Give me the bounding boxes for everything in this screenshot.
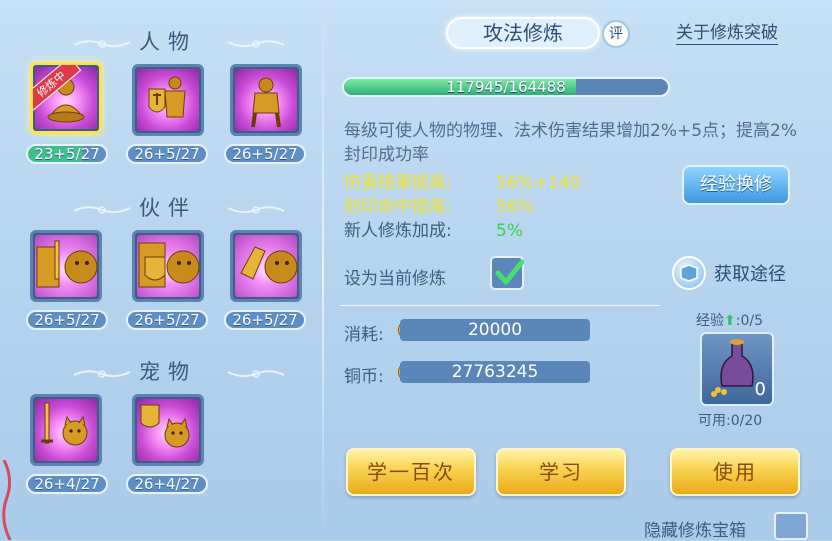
swirl-ornament-icon bbox=[227, 370, 285, 378]
partner-skill-slot-1[interactable] bbox=[30, 230, 102, 302]
training-progress-bar: 117945/164488 bbox=[342, 77, 670, 97]
stat-label: 新人修炼加成: bbox=[344, 221, 452, 241]
stat-label: 封印命中提高: bbox=[344, 197, 452, 217]
character-skill-slot-1[interactable]: 修炼中 bbox=[30, 62, 102, 134]
stat-value: 5% bbox=[496, 221, 523, 241]
partner-sword-lion-icon bbox=[36, 240, 98, 288]
page-title: 攻法修炼 bbox=[446, 17, 600, 49]
swirl-ornament-icon bbox=[227, 206, 285, 214]
pet-skill-slot-2[interactable] bbox=[132, 394, 204, 466]
side-ornament-icon bbox=[2, 460, 12, 540]
stat-value: 56% bbox=[496, 197, 534, 217]
learn-button[interactable]: 学习 bbox=[496, 448, 626, 496]
skill-level-label: 23+5/27 bbox=[26, 144, 108, 164]
stat-row-seal: 封印命中提高: 56% bbox=[344, 196, 534, 218]
consume-value: 20000 bbox=[400, 319, 590, 341]
stat-row-newbie-bonus: 新人修炼加成: 5% bbox=[344, 220, 523, 242]
partner-skill-slot-3[interactable] bbox=[230, 230, 302, 302]
character-skill-slot-2[interactable] bbox=[132, 64, 204, 136]
character-skill-slot-3[interactable] bbox=[230, 64, 302, 136]
set-current-label: 设为当前修炼 bbox=[344, 269, 446, 289]
section-title-pet: 宠物 bbox=[139, 360, 197, 384]
divider-line bbox=[340, 305, 660, 306]
hide-box-label: 隐藏修炼宝箱 bbox=[644, 521, 746, 541]
get-way-label: 获取途径 bbox=[714, 264, 786, 285]
about-breakthrough-link[interactable]: 关于修炼突破 bbox=[676, 22, 778, 45]
pet-skill-slot-1[interactable] bbox=[30, 394, 102, 466]
partner-gauntlet-lion-icon bbox=[240, 246, 298, 284]
swirl-ornament-icon bbox=[227, 40, 285, 48]
stat-row-damage: 伤害结果提高: 56%+140 bbox=[344, 172, 580, 194]
skill-level-label: 26+5/27 bbox=[26, 310, 108, 330]
partner-shield-lion-icon bbox=[138, 242, 200, 288]
training-progress-text: 117945/164488 bbox=[446, 78, 566, 96]
exp-exchange-button[interactable]: 经验换修 bbox=[682, 165, 790, 205]
item-slot[interactable]: 0 bbox=[700, 332, 774, 406]
item-exp-label: 经验⬆:0/5 bbox=[696, 313, 763, 329]
pet-shield-cat-icon bbox=[140, 404, 190, 448]
skill-level-label: 26+5/27 bbox=[224, 144, 306, 164]
item-count: 0 bbox=[754, 379, 766, 400]
skill-level-label: 26+4/27 bbox=[26, 474, 108, 494]
stat-value: 56%+140 bbox=[496, 173, 581, 193]
set-current-checkbox[interactable] bbox=[490, 256, 524, 290]
copper-coin-label: 铜币: bbox=[344, 367, 384, 387]
skill-level-label: 26+4/27 bbox=[126, 474, 208, 494]
warrior-shield-icon bbox=[148, 76, 186, 118]
section-title-character: 人物 bbox=[139, 30, 197, 54]
skill-level-label: 26+5/27 bbox=[126, 144, 208, 164]
monk-standing-icon bbox=[251, 77, 281, 128]
rating-button[interactable]: 评 bbox=[602, 20, 630, 48]
pet-sword-cat-icon bbox=[41, 402, 88, 446]
section-title-partner: 伙伴 bbox=[139, 196, 197, 220]
book-icon bbox=[672, 256, 706, 290]
stat-label: 伤害结果提高: bbox=[344, 173, 452, 193]
checkmark-icon bbox=[495, 259, 524, 285]
use-button[interactable]: 使用 bbox=[670, 448, 800, 496]
skill-level-label: 26+5/27 bbox=[126, 310, 208, 330]
usable-count: 可用:0/20 bbox=[698, 413, 763, 429]
consume-label: 消耗: bbox=[344, 325, 384, 345]
copper-coin-value: 27763245 bbox=[400, 361, 590, 383]
partner-skill-slot-2[interactable] bbox=[132, 230, 204, 302]
panel-divider bbox=[322, 0, 324, 540]
hide-box-checkbox[interactable] bbox=[774, 512, 808, 540]
up-arrow-icon: ⬆ bbox=[724, 313, 736, 329]
learn-hundred-button[interactable]: 学一百次 bbox=[346, 448, 476, 496]
skill-description: 每级可使人物的物理、法术伤害结果增加2%+5点；提高2%封印成功率 bbox=[344, 121, 797, 165]
skill-level-label: 26+5/27 bbox=[224, 310, 306, 330]
